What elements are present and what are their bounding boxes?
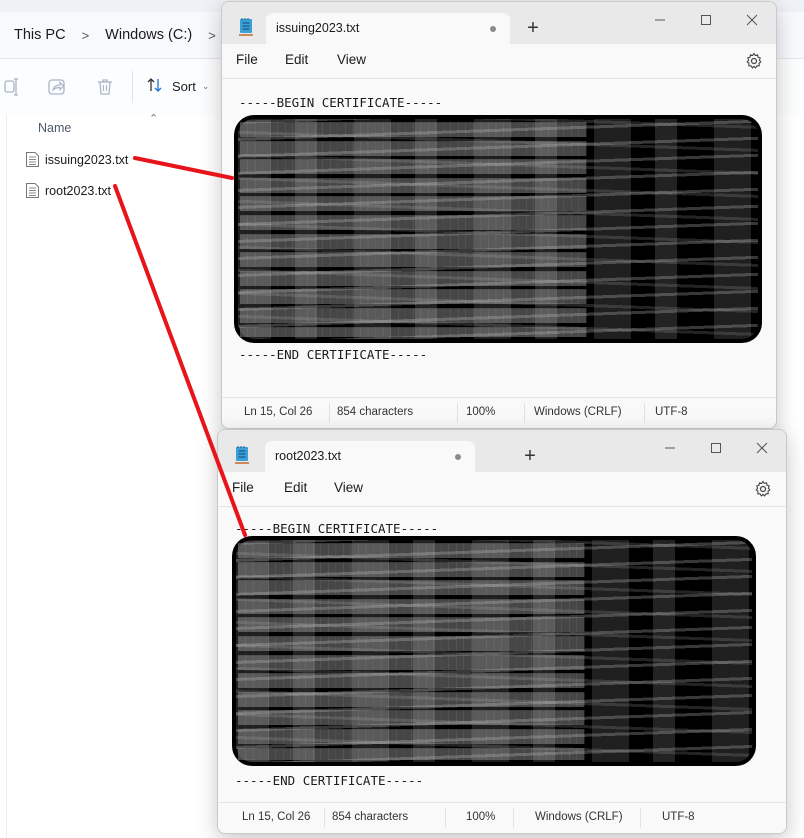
- notepad-window-root: root2023.txt + File Edit View -----BEGIN…: [217, 429, 787, 834]
- redacted-certificate-body: ████████████████████████████████████████…: [234, 115, 762, 343]
- chevron-down-icon: ⌄: [201, 81, 210, 91]
- status-divider: [644, 403, 645, 423]
- status-divider: [524, 403, 525, 423]
- maximize-icon: [711, 443, 721, 453]
- minimize-button[interactable]: [650, 435, 690, 461]
- unsaved-dot-icon[interactable]: [490, 26, 496, 32]
- status-character-count: 854 characters: [337, 406, 414, 418]
- sort-label: Sort: [172, 79, 196, 94]
- breadcrumb-this-pc[interactable]: This PC: [14, 27, 66, 43]
- sort-button[interactable]: Sort ⌄: [146, 77, 209, 96]
- status-bar: Ln 15, Col 26 854 characters 100% Window…: [218, 802, 786, 833]
- close-button[interactable]: [732, 7, 772, 33]
- maximize-icon: [701, 15, 711, 25]
- minimize-icon: [655, 19, 665, 21]
- status-line-ending[interactable]: Windows (CRLF): [535, 811, 623, 823]
- text-file-icon: [26, 183, 39, 198]
- close-icon: [746, 14, 758, 26]
- share-icon[interactable]: [47, 77, 67, 97]
- redacted-text-noise: ████████████████████████████████████████…: [238, 543, 585, 760]
- status-encoding[interactable]: UTF-8: [655, 406, 688, 418]
- status-cursor-position: Ln 15, Col 26: [244, 406, 313, 418]
- toolbar-divider: [132, 71, 133, 103]
- status-line-ending[interactable]: Windows (CRLF): [534, 406, 622, 418]
- menu-edit[interactable]: Edit: [285, 52, 308, 67]
- menu-edit[interactable]: Edit: [284, 480, 307, 495]
- file-name: issuing2023.txt: [45, 152, 129, 167]
- new-tab-button[interactable]: +: [518, 15, 548, 41]
- settings-gear-icon[interactable]: [745, 52, 763, 70]
- menu-file[interactable]: File: [236, 52, 258, 67]
- status-zoom[interactable]: 100%: [466, 811, 495, 823]
- menu-bar: File Edit View: [222, 44, 776, 79]
- status-divider: [640, 808, 641, 828]
- status-divider: [329, 403, 330, 423]
- breadcrumb-windows-c[interactable]: Windows (C:): [105, 27, 192, 43]
- status-divider: [445, 808, 446, 828]
- begin-certificate-line: -----BEGIN CERTIFICATE-----: [239, 95, 443, 110]
- minimize-button[interactable]: [640, 7, 680, 33]
- file-name: root2023.txt: [45, 183, 112, 198]
- sort-icon: [146, 77, 164, 96]
- tab-root2023[interactable]: root2023.txt: [265, 441, 475, 472]
- status-divider: [324, 808, 325, 828]
- menu-file[interactable]: File: [232, 480, 254, 495]
- text-file-icon: [26, 152, 39, 167]
- minimize-icon: [665, 447, 675, 449]
- rename-icon[interactable]: [4, 77, 24, 97]
- menu-view[interactable]: View: [334, 480, 363, 495]
- status-cursor-position: Ln 15, Col 26: [242, 811, 311, 823]
- breadcrumb-separator[interactable]: >: [82, 28, 90, 43]
- status-divider: [513, 808, 514, 828]
- delete-icon[interactable]: [95, 77, 115, 97]
- tab-issuing2023[interactable]: issuing2023.txt: [266, 13, 510, 44]
- tab-title: root2023.txt: [275, 449, 342, 463]
- maximize-button[interactable]: [686, 7, 726, 33]
- file-list-item[interactable]: issuing2023.txt: [26, 152, 128, 167]
- begin-certificate-line: -----BEGIN CERTIFICATE-----: [235, 521, 439, 536]
- breadcrumb-separator[interactable]: >: [208, 28, 216, 43]
- title-bar[interactable]: issuing2023.txt +: [222, 2, 776, 44]
- breadcrumb: This PC > Windows (C:) >: [14, 27, 232, 43]
- tab-title: issuing2023.txt: [276, 21, 360, 35]
- status-bar: Ln 15, Col 26 854 characters 100% Window…: [222, 397, 776, 428]
- new-tab-button[interactable]: +: [515, 443, 545, 469]
- maximize-button[interactable]: [696, 435, 736, 461]
- status-encoding[interactable]: UTF-8: [662, 811, 695, 823]
- notepad-app-icon: [239, 18, 253, 36]
- status-divider: [457, 403, 458, 423]
- settings-gear-icon[interactable]: [754, 480, 772, 498]
- menu-bar: File Edit View: [218, 472, 786, 507]
- unsaved-dot-icon[interactable]: [455, 454, 461, 460]
- column-header-name[interactable]: Name: [38, 121, 71, 135]
- close-button[interactable]: [742, 435, 782, 461]
- status-zoom[interactable]: 100%: [466, 406, 495, 418]
- pane-divider: [6, 114, 7, 838]
- file-list-item[interactable]: root2023.txt: [26, 183, 111, 198]
- title-bar[interactable]: root2023.txt +: [218, 430, 786, 472]
- redacted-certificate-body: ████████████████████████████████████████…: [232, 536, 756, 766]
- menu-view[interactable]: View: [337, 52, 366, 67]
- status-character-count: 854 characters: [332, 811, 409, 823]
- text-editor[interactable]: -----BEGIN CERTIFICATE----- ████████████…: [218, 507, 786, 802]
- close-icon: [756, 442, 768, 454]
- notepad-app-icon: [235, 446, 249, 464]
- sort-ascending-caret-icon: ⌃: [149, 113, 159, 125]
- end-certificate-line: -----END CERTIFICATE-----: [235, 773, 424, 788]
- notepad-window-issuing: issuing2023.txt + File Edit View -----BE…: [221, 1, 777, 429]
- text-editor[interactable]: -----BEGIN CERTIFICATE----- ████████████…: [222, 79, 776, 397]
- redacted-text-noise: ████████████████████████████████████████…: [240, 122, 587, 337]
- end-certificate-line: -----END CERTIFICATE-----: [239, 347, 428, 362]
